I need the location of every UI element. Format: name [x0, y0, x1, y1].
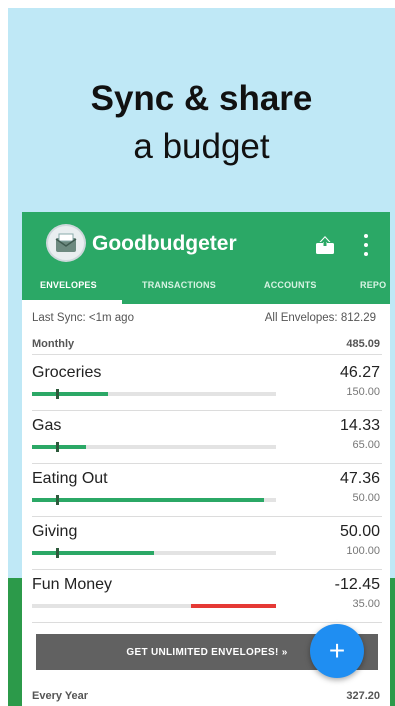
tab-transactions[interactable]: TRANSACTIONS	[142, 280, 216, 290]
headline-line-2: a budget	[133, 127, 270, 166]
envelope-name: Fun Money	[32, 576, 113, 593]
envelope-budget: 150.00	[346, 386, 380, 398]
group-label: Every Year	[32, 690, 89, 702]
envelope-amount: 50.00	[339, 523, 380, 540]
progress-track	[32, 495, 276, 505]
envelope-row[interactable]: Gas 14.33 65.00	[32, 411, 382, 464]
envelope-budget: 65.00	[352, 439, 380, 451]
active-tab-indicator	[22, 300, 122, 304]
progress-fill	[32, 551, 154, 555]
sync-status-row: Last Sync: <1m ago All Envelopes: 812.29	[32, 312, 380, 324]
envelope-budget: 35.00	[352, 598, 380, 610]
envelope-budget: 50.00	[352, 492, 380, 504]
add-icon[interactable]: +	[310, 624, 364, 678]
group-label: Monthly	[32, 338, 75, 350]
group-header-monthly: Monthly 485.09	[32, 338, 382, 355]
envelope-row[interactable]: Eating Out 47.36 50.00	[32, 464, 382, 517]
envelope-row[interactable]: Groceries 46.27 150.00	[32, 358, 382, 411]
envelope-name: Giving	[32, 523, 78, 540]
progress-track	[32, 548, 276, 558]
tab-accounts[interactable]: ACCOUNTS	[264, 280, 317, 290]
tab-reports[interactable]: REPO	[360, 280, 386, 290]
envelope-amount: 47.36	[339, 470, 380, 487]
app-bar: Goodbudgeter ENVELOPES TRANSACTIONS ACCO…	[22, 212, 390, 304]
tab-envelopes[interactable]: ENVELOPES	[40, 280, 97, 290]
envelope-row[interactable]: Giving 50.00 100.00	[32, 517, 382, 570]
progress-track	[32, 604, 276, 608]
app-logo-icon	[46, 224, 86, 262]
progress-marker	[56, 548, 60, 558]
envelope-amount: 14.33	[339, 417, 380, 434]
all-envelopes-total: All Envelopes: 812.29	[264, 312, 376, 324]
app-title: Goodbudgeter	[92, 232, 237, 255]
headline-line-1: Sync & share	[90, 79, 313, 118]
group-header-every-year: Every Year 327.20	[32, 690, 382, 702]
envelope-name: Groceries	[32, 364, 102, 381]
envelope-name: Eating Out	[32, 470, 108, 487]
progress-marker	[56, 389, 60, 399]
progress-fill	[190, 604, 276, 608]
envelope-amount: -12.45	[334, 576, 380, 593]
app-screen: Goodbudgeter ENVELOPES TRANSACTIONS ACCO…	[22, 212, 390, 706]
progress-fill	[32, 392, 108, 396]
envelope-amount: 46.27	[339, 364, 380, 381]
progress-marker	[56, 442, 60, 452]
group-total: 327.20	[346, 690, 380, 702]
last-sync-text: Last Sync: <1m ago	[32, 312, 134, 324]
envelope-name: Gas	[32, 417, 62, 434]
progress-track	[32, 442, 276, 452]
group-total: 485.09	[346, 338, 380, 350]
share-upload-icon[interactable]	[314, 234, 336, 256]
envelope-row[interactable]: Fun Money -12.45 35.00	[32, 570, 382, 623]
progress-track	[32, 389, 276, 399]
progress-fill	[32, 498, 264, 502]
promo-headline: Sync & share a budget	[8, 78, 395, 168]
more-vert-icon[interactable]	[360, 232, 372, 258]
progress-marker	[56, 495, 60, 505]
envelope-budget: 100.00	[346, 545, 380, 557]
